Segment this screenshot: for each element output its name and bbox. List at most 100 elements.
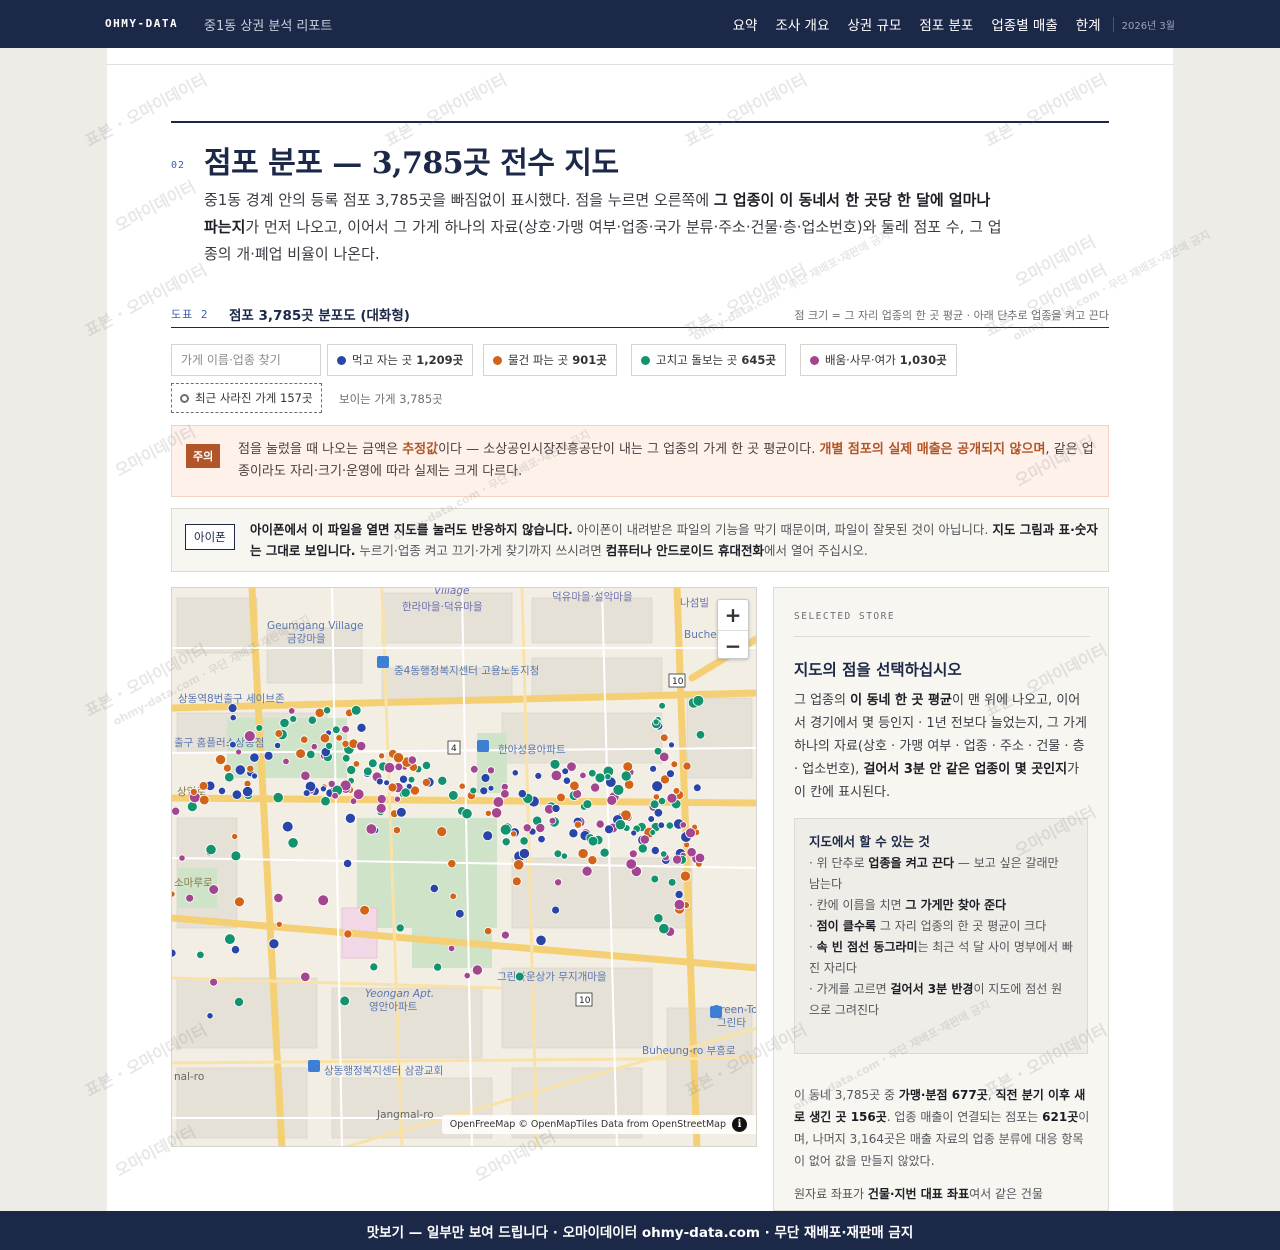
store-dot[interactable] [469, 786, 478, 795]
store-dot[interactable] [692, 783, 702, 793]
store-dot[interactable] [447, 790, 459, 801]
store-dot[interactable] [683, 841, 690, 849]
store-dot[interactable] [484, 809, 492, 817]
store-dot[interactable] [295, 748, 306, 759]
store-dot[interactable] [682, 761, 692, 771]
store-dot[interactable] [275, 920, 283, 928]
store-dot[interactable] [666, 769, 675, 779]
store-dot[interactable] [352, 760, 361, 768]
store-dot[interactable] [302, 789, 311, 798]
store-dot[interactable] [189, 787, 198, 796]
store-dot[interactable] [622, 761, 634, 772]
store-dot[interactable] [582, 799, 593, 810]
store-dot[interactable] [595, 819, 605, 829]
filter-chip-edu-office-leisure[interactable]: 배움·사무·여가 1,030곳 [800, 344, 957, 376]
filter-chip-repair-care[interactable]: 고치고 돌보는 곳 645곳 [631, 344, 786, 376]
store-dot[interactable] [307, 715, 317, 725]
store-dot[interactable] [534, 771, 543, 780]
store-dot[interactable] [436, 826, 448, 838]
store-dot[interactable] [674, 889, 684, 899]
store-dot[interactable] [331, 791, 339, 800]
store-dot[interactable] [449, 892, 457, 900]
store-dot[interactable] [483, 926, 493, 936]
store-dot[interactable] [368, 758, 378, 769]
zoom-in-button[interactable]: + [718, 600, 748, 630]
store-dot[interactable] [300, 971, 311, 983]
store-dot[interactable] [327, 779, 336, 788]
store-dot[interactable] [668, 741, 675, 749]
store-dot[interactable] [224, 933, 236, 945]
store-dot[interactable] [561, 767, 570, 776]
store-dot[interactable] [458, 782, 466, 790]
store-dot[interactable] [659, 733, 669, 743]
store-dot[interactable] [537, 834, 546, 844]
filter-chip-food-lodging[interactable]: 먹고 자는 곳 1,209곳 [327, 344, 474, 376]
store-dot[interactable] [300, 770, 311, 781]
store-dot[interactable] [198, 794, 210, 806]
store-dot[interactable] [392, 752, 405, 764]
store-dot[interactable] [376, 794, 387, 805]
store-dot[interactable] [268, 938, 280, 950]
store-dot[interactable] [287, 707, 296, 715]
store-dot[interactable] [227, 703, 238, 713]
store-dot[interactable] [229, 740, 237, 749]
store-dot[interactable] [673, 898, 686, 911]
store-dot[interactable] [551, 905, 561, 915]
store-dot[interactable] [407, 755, 417, 765]
store-dot[interactable] [206, 1012, 214, 1020]
store-dot[interactable] [535, 934, 547, 946]
store-dot[interactable] [581, 865, 593, 877]
store-dot[interactable] [365, 823, 378, 835]
nav-item-scale[interactable]: 상권 규모 [847, 14, 901, 34]
store-dot[interactable] [273, 892, 284, 903]
store-dot[interactable] [501, 837, 511, 847]
store-dot[interactable] [320, 795, 331, 807]
store-dot[interactable] [230, 945, 241, 955]
store-dot[interactable] [396, 807, 407, 818]
store-dot[interactable] [639, 834, 650, 845]
store-dot[interactable] [500, 789, 510, 799]
store-dot[interactable] [606, 794, 618, 806]
store-dot[interactable] [172, 948, 177, 958]
store-dot[interactable] [229, 714, 237, 722]
store-dot[interactable] [471, 964, 483, 976]
store-dot[interactable] [231, 789, 243, 800]
store-dot[interactable] [344, 812, 356, 824]
store-dot[interactable] [343, 929, 353, 939]
store-dot[interactable] [251, 772, 259, 780]
store-dot[interactable] [224, 771, 235, 783]
store-dot[interactable] [666, 792, 678, 804]
store-dot[interactable] [375, 802, 387, 814]
brand-logo[interactable]: OHMY-DATA [105, 17, 178, 30]
store-dot[interactable] [215, 754, 227, 766]
store-dot[interactable] [649, 799, 660, 810]
store-dot[interactable] [172, 806, 181, 816]
map-canvas[interactable]: Village 한라마을·덕유마을 덕유마을·설악마을 나섬빌 Geumgang… [172, 588, 757, 1147]
store-dot[interactable] [651, 780, 664, 793]
store-dot[interactable] [246, 764, 255, 773]
store-dot[interactable] [392, 826, 401, 835]
store-dot[interactable] [599, 847, 610, 858]
store-dot[interactable] [433, 962, 443, 972]
store-dot[interactable] [421, 777, 431, 787]
nav-item-sales[interactable]: 업종별 매출 [991, 14, 1057, 34]
store-dot[interactable] [407, 775, 416, 784]
store-dot[interactable] [230, 850, 242, 862]
store-dot[interactable] [535, 822, 546, 833]
store-dot[interactable] [549, 758, 561, 770]
store-dot[interactable] [172, 890, 176, 898]
store-dot[interactable] [694, 852, 706, 864]
store-dot[interactable] [649, 828, 657, 836]
store-dot[interactable] [650, 874, 660, 884]
store-dot[interactable] [463, 971, 471, 980]
store-dot[interactable] [652, 718, 660, 726]
store-dot[interactable] [198, 781, 209, 791]
store-dot[interactable] [287, 837, 299, 849]
store-dot[interactable] [306, 749, 316, 760]
nav-item-survey[interactable]: 조사 개요 [775, 14, 829, 34]
store-dot[interactable] [178, 854, 186, 862]
store-dot[interactable] [282, 757, 290, 766]
store-dot[interactable] [359, 904, 370, 916]
store-dot[interactable] [281, 820, 294, 833]
store-dot[interactable] [513, 859, 525, 871]
